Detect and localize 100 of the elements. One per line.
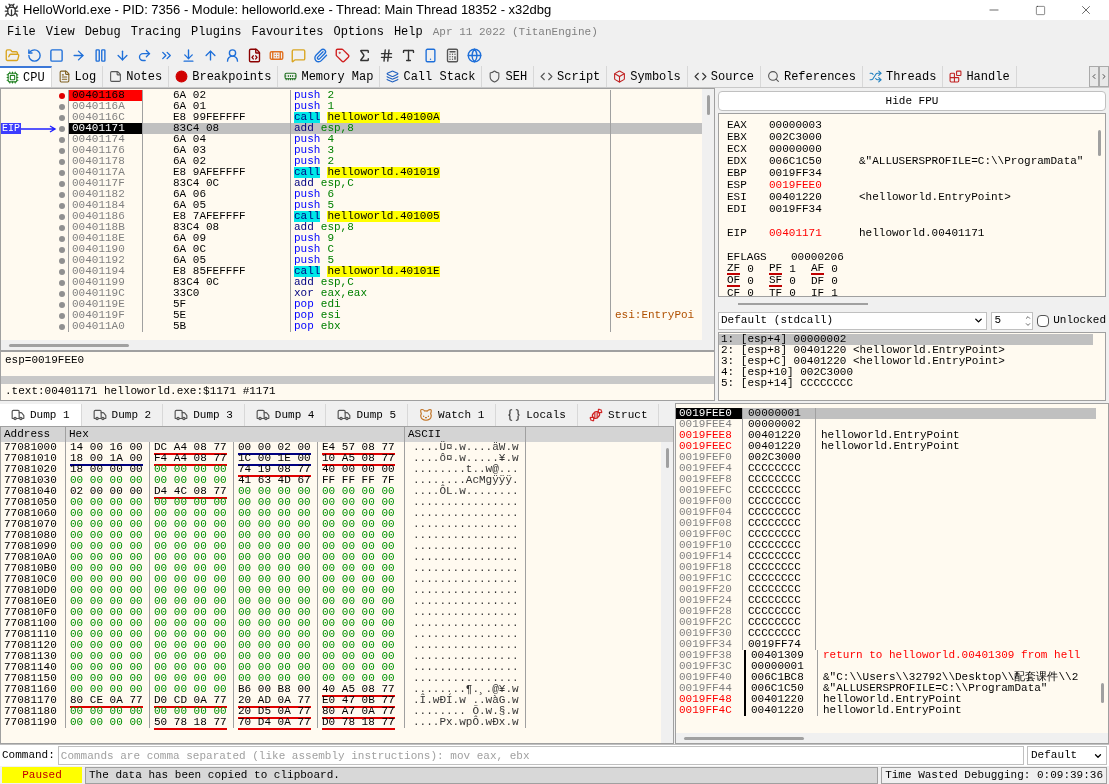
disassembly-row[interactable]: 004011A0 5B pop ebx xyxy=(1,321,702,332)
stack-row[interactable]: 0019FF08 CCCCCCCC xyxy=(676,518,1096,529)
flag-value[interactable]: 1 xyxy=(789,263,796,275)
stack-address: 0019FF18 xyxy=(678,562,733,573)
disassembly-row[interactable]: 0040118E 6A 09 push 9 xyxy=(1,233,702,244)
argument-row[interactable]: 3: [esp+C] 00401220 <helloworld.EntryPoint> xyxy=(719,356,1093,367)
register-value[interactable]: 002C3000 xyxy=(769,131,859,143)
stack-row[interactable]: 0019FEE8 00401220 helloworld.EntryPoint xyxy=(676,430,1096,441)
bytes-cell: E8 7AFEFFFF xyxy=(143,211,291,222)
hide-fpu-button[interactable]: Hide FPU xyxy=(718,91,1106,111)
disassembly-row[interactable]: 0040119C 33C0 xor eax,eax xyxy=(1,288,702,299)
stack-row[interactable]: 0019FF18 CCCCCCCC xyxy=(676,562,1096,573)
menu-item[interactable]: Tracing xyxy=(125,23,187,41)
stack-row[interactable]: 0019FF1C CCCCCCCC xyxy=(676,573,1096,584)
command-input[interactable]: Commands are comma separated (like assembly instructions): mov eax, ebx xyxy=(57,746,1024,765)
stack-row[interactable]: 0019FEFC CCCCCCCC xyxy=(676,485,1096,496)
stack-row[interactable]: 0019FF10 CCCCCCCC xyxy=(676,540,1096,551)
stack-row[interactable]: 0019FEF0 002C3000 xyxy=(676,452,1096,463)
tab[interactable]: CPU xyxy=(0,66,52,87)
ascii-cell: ........AcMgÿÿÿ. xyxy=(405,475,526,486)
operand: 3 xyxy=(327,145,334,156)
flag-value[interactable]: 0 xyxy=(789,287,796,296)
stack-row[interactable]: 0019FF30 CCCCCCCC xyxy=(676,628,1096,639)
disassembly-row[interactable]: 00401176 6A 03 push 3 xyxy=(1,145,702,156)
column-header[interactable]: Hex xyxy=(66,427,405,442)
menu-item[interactable]: Debug xyxy=(79,23,126,41)
stack-row[interactable]: 0019FEF8 CCCCCCCC xyxy=(676,474,1096,485)
register-value[interactable]: 00000003 xyxy=(769,119,859,131)
argument-row[interactable]: 1: [esp+4] 00000002 xyxy=(719,334,1093,345)
flag-value[interactable]: 0 xyxy=(831,263,838,275)
calling-convention-select[interactable]: Default (stdcall) xyxy=(718,311,987,330)
stack-row[interactable]: 0019FF34 0019FF74 xyxy=(676,639,1096,650)
stack-row[interactable]: 0019FF4C 00401220 helloworld.EntryPoint xyxy=(676,705,1096,716)
hex-bytes: 00 00 00 00 xyxy=(70,507,143,519)
flag-value[interactable]: 0 xyxy=(747,275,754,287)
disassembly-row[interactable]: 00401199 83C4 0C add esp,C xyxy=(1,277,702,288)
disassembly-row[interactable]: 00401168 6A 02 push 2 xyxy=(1,90,702,101)
register-value[interactable]: 0019FF34 xyxy=(769,203,859,215)
tab[interactable]: Dump 1 xyxy=(0,404,82,426)
stack-row[interactable]: 0019FEE0 00000001 xyxy=(676,408,1096,419)
stack-row[interactable]: 0019FEEC 00401220 helloworld.EntryPoint xyxy=(676,441,1096,452)
disassembly-row[interactable]: 00401174 6A 04 push 4 xyxy=(1,134,702,145)
register-value[interactable]: 00000000 xyxy=(769,143,859,155)
disassembly-row[interactable]: 0040117F 83C4 0C add esp,C xyxy=(1,178,702,189)
stack-row[interactable]: 0019FF28 CCCCCCCC xyxy=(676,606,1096,617)
menu-item[interactable]: Help xyxy=(388,23,428,41)
argument-row[interactable]: 2: [esp+8] 00401220 <helloworld.EntryPoint> xyxy=(719,345,1093,356)
column-header[interactable]: Address xyxy=(1,427,66,442)
disassembly-row[interactable]: 0040117A E8 9AFEFFFF call helloworld.401019 xyxy=(1,167,702,178)
stack-row[interactable]: 0019FF3C 00000001 xyxy=(676,661,1096,672)
flag-value[interactable]: 0 xyxy=(831,275,838,287)
stack-row[interactable]: 0019FF40 006C1BC8 &"C:\\Users\\32792\\Desktop\\配套课件\\2 xyxy=(676,672,1096,683)
disassembly-row[interactable]: 00401190 6A 0C push C xyxy=(1,244,702,255)
address-cell: 77081040 xyxy=(1,486,66,497)
menu-item[interactable]: Options xyxy=(328,23,389,41)
menu-item[interactable]: Plugins xyxy=(186,23,247,41)
flag-value[interactable]: 0 xyxy=(747,287,754,296)
menu-item[interactable]: File xyxy=(2,23,41,41)
register-value[interactable]: 0019FEE0 xyxy=(769,179,859,191)
disassembly-row[interactable]: 0040118B 83C4 08 add esp,8 xyxy=(1,222,702,233)
stack-row[interactable]: 0019FF0C CCCCCCCC xyxy=(676,529,1096,540)
hex-bytes: 00 00 00 00 xyxy=(70,551,143,563)
flag-value[interactable]: 0 xyxy=(747,263,754,275)
stack-row[interactable]: 0019FF24 CCCCCCCC xyxy=(676,595,1096,606)
register-value[interactable]: 00401171 xyxy=(769,227,859,239)
stack-row[interactable]: 0019FF48 00401220 helloworld.EntryPoint xyxy=(676,694,1096,705)
flag-value[interactable]: 1 xyxy=(831,287,838,296)
stack-row[interactable]: 0019FF38 00401309 return to helloworld.00401309 from hell xyxy=(676,650,1096,661)
register-value[interactable]: 006C1C50 xyxy=(769,155,859,167)
menu-item[interactable]: View xyxy=(40,23,80,41)
register-value[interactable]: 00401220 xyxy=(769,191,859,203)
mode-select[interactable]: Default xyxy=(1027,746,1107,765)
disassembly-row[interactable]: 00401186 E8 7AFEFFFF call helloworld.401005 xyxy=(1,211,702,222)
disassembly-row[interactable]: EIP 00401171 83C4 08 add esp,8 xyxy=(1,123,702,134)
stack-row[interactable]: 0019FF14 CCCCCCCC xyxy=(676,551,1096,562)
register-value[interactable]: 00000206 xyxy=(791,251,844,263)
stack-row[interactable]: 0019FF2C CCCCCCCC xyxy=(676,617,1096,628)
stack-row[interactable]: 0019FF00 CCCCCCCC xyxy=(676,496,1096,507)
disassembly-row[interactable]: 0040119E 5F pop edi xyxy=(1,299,702,310)
hex-bytes: 74 19 08 77 xyxy=(238,463,311,477)
flag-value[interactable]: 0 xyxy=(789,275,796,287)
stack-row[interactable]: 0019FEF4 CCCCCCCC xyxy=(676,463,1096,474)
stack-row[interactable]: 0019FF04 CCCCCCCC xyxy=(676,507,1096,518)
stack-row[interactable]: 0019FF20 CCCCCCCC xyxy=(676,584,1096,595)
disassembly-row[interactable]: 0040119F 5E pop esi esi:EntryPoi xyxy=(1,310,702,321)
argument-row[interactable]: 5: [esp+14] CCCCCCCC xyxy=(719,378,1093,389)
bytes-cell: 6A 03 xyxy=(143,145,291,156)
disassembly-row[interactable]: 00401194 E8 85FEFFFF call helloworld.40101E xyxy=(1,266,702,277)
column-header[interactable]: ASCII xyxy=(405,427,526,442)
register-value[interactable]: 0019FF34 xyxy=(769,167,859,179)
stack-row[interactable]: 0019FEE4 00000002 xyxy=(676,419,1096,430)
argument-count-spinner[interactable]: 5 xyxy=(990,311,1034,330)
menu-item[interactable]: Favourites xyxy=(246,23,329,41)
operand: ebx xyxy=(320,321,341,332)
disassembly-row[interactable]: 00401182 6A 06 push 6 xyxy=(1,189,702,200)
register-name: ESI xyxy=(727,191,748,203)
hex-bytes: 00 00 00 00 xyxy=(154,595,227,607)
argument-row[interactable]: 4: [esp+10] 002C3000 xyxy=(719,367,1093,378)
stack-row[interactable]: 0019FF44 006C1C50 &"ALLUSERSPROFILE=C:\\ProgramData" xyxy=(676,683,1096,694)
stack-value: 00401309 xyxy=(744,650,818,661)
